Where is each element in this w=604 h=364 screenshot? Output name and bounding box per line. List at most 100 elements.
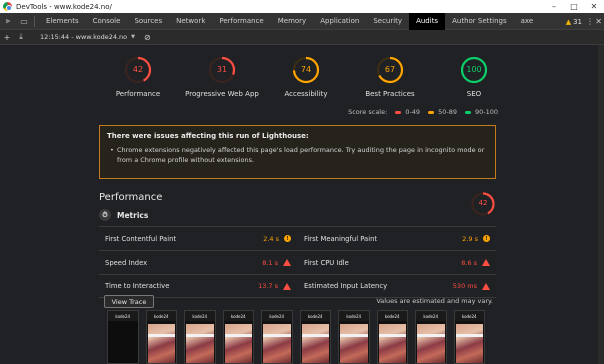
frame-brand: kode24	[300, 311, 330, 321]
audits-toolbar: + ⤓ 12:15:44 - www.kode24.no ▼ ⊘	[0, 30, 604, 45]
performance-score-number: 42	[478, 199, 488, 207]
report-selector[interactable]: 12:15:44 - www.kode24.no ▼	[40, 33, 135, 41]
metric-label: Speed Index	[105, 258, 148, 267]
run-warning-box: There were issues affecting this run of …	[99, 125, 496, 179]
frame-brand: kode24	[108, 311, 138, 321]
score-scale-range: 90-100	[464, 108, 498, 116]
metrics-row: Time to Interactive 13.7 s Estimated Input…	[99, 274, 496, 298]
range-color-swatch	[428, 110, 435, 114]
close-devtools-icon[interactable]: ✕	[595, 13, 602, 30]
screenshot-filmstrip: kode24 kode24 kode24 kode24 kode24 kode24 kode…	[107, 310, 492, 364]
more-options-icon[interactable]: ⋮	[586, 13, 594, 30]
gauge-progressive-web-app[interactable]: 31 Progressive Web App	[180, 55, 264, 98]
metrics-heading: ⏱ Metrics	[99, 209, 148, 221]
lighthouse-report: 42 Performance 31 Progressive Web App 74 Acce…	[0, 45, 604, 364]
filmstrip-frame: kode24	[222, 310, 254, 364]
gauge-seo[interactable]: 100 SEO	[432, 55, 516, 98]
tab-console[interactable]: Console	[86, 13, 128, 30]
performance-section-title: Performance	[99, 192, 163, 203]
new-audit-icon[interactable]: +	[0, 30, 14, 45]
tab-author-settings[interactable]: Author Settings	[445, 13, 514, 30]
warning-icon: ▲	[565, 17, 572, 26]
frame-thumbnail	[455, 324, 483, 363]
frame-brand: kode24	[339, 311, 369, 321]
download-report-icon[interactable]: ⤓	[14, 30, 28, 45]
frame-thumbnail	[186, 324, 214, 363]
device-toolbar-icon[interactable]: ▭	[16, 13, 32, 29]
filmstrip-frame: kode24	[261, 310, 293, 364]
divider	[34, 15, 35, 27]
gauge-accessibility[interactable]: 74 Accessibility	[264, 55, 348, 98]
range-label: 0-49	[405, 108, 421, 116]
metrics-row: Speed Index 8.1 s First CPU Idle 8.6 s	[99, 250, 496, 274]
filmstrip-frame: kode24	[453, 310, 485, 364]
warning-count: 31	[573, 17, 582, 26]
tab-axe[interactable]: axe	[514, 13, 541, 30]
metric-value: 2.9 s	[462, 234, 478, 243]
filmstrip-frame: kode24	[184, 310, 216, 364]
metric-first-meaningful-paint: First Meaningful Paint 2.9 s!	[298, 227, 496, 250]
tab-application[interactable]: Application	[313, 13, 366, 30]
frame-thumbnail	[340, 324, 368, 363]
inspect-element-icon[interactable]: ⫸	[0, 13, 16, 29]
tab-network[interactable]: Network	[169, 13, 212, 30]
metrics-row: First Contentful Paint 2.4 s! First Meanin…	[99, 226, 496, 250]
frame-thumbnail	[301, 324, 329, 363]
metric-estimated-input-latency: Estimated Input Latency 530 ms	[298, 275, 496, 297]
frame-thumbnail	[224, 324, 252, 363]
gauge-score: 74	[300, 65, 312, 74]
average-circle-icon: !	[483, 235, 490, 242]
warning-counter[interactable]: ▲ 31	[566, 13, 582, 30]
average-circle-icon: !	[284, 235, 291, 242]
gauge-label: Performance	[115, 90, 161, 98]
frame-brand: kode24	[262, 311, 292, 321]
maximize-icon[interactable]: □	[564, 0, 584, 13]
metric-first-contentful-paint: First Contentful Paint 2.4 s!	[99, 227, 297, 250]
metric-time-to-interactive: Time to Interactive 13.7 s	[99, 275, 297, 297]
tab-performance[interactable]: Performance	[212, 13, 270, 30]
fail-triangle-icon	[482, 282, 490, 290]
performance-score-gauge: 42	[470, 191, 496, 217]
stopwatch-icon: ⏱	[99, 209, 111, 221]
metric-label: Time to Interactive	[105, 282, 170, 290]
gauge-best-practices[interactable]: 67 Best Practices	[348, 55, 432, 98]
metrics-grid: First Contentful Paint 2.4 s! First Meanin…	[99, 226, 496, 298]
metric-value: 530 ms	[452, 282, 477, 290]
clear-all-icon[interactable]: ⊘	[144, 33, 151, 42]
tab-memory[interactable]: Memory	[271, 13, 313, 30]
fail-triangle-icon	[482, 259, 490, 266]
score-scale-range: 0-49	[395, 108, 420, 116]
filmstrip-frame: kode24	[415, 310, 447, 364]
view-trace-button[interactable]: View Trace	[104, 295, 154, 308]
frame-brand: kode24	[185, 311, 215, 321]
estimated-note: Values are estimated and may vary.	[376, 297, 493, 305]
close-window-icon[interactable]: ✕	[584, 0, 604, 13]
metrics-title: Metrics	[117, 210, 149, 220]
gauge-performance[interactable]: 42 Performance	[96, 55, 180, 98]
frame-brand: kode24	[416, 311, 446, 321]
fail-triangle-icon	[283, 282, 291, 290]
gauge-label: Best Practices	[365, 90, 415, 98]
filmstrip-frame: kode24	[376, 310, 408, 364]
minimize-icon[interactable]: –	[544, 0, 564, 13]
metric-first-cpu-idle: First CPU Idle 8.6 s	[298, 251, 496, 274]
metric-value: 2.4 s	[263, 234, 279, 243]
gauge-score: 67	[384, 65, 396, 74]
tab-elements[interactable]: Elements	[39, 13, 86, 30]
metric-label: First CPU Idle	[304, 258, 349, 267]
tab-sources[interactable]: Sources	[127, 13, 169, 30]
gauge-score: 100	[466, 65, 482, 74]
report-scrollbar[interactable]	[598, 45, 604, 364]
run-warning-item: • Chrome extensions negatively affected …	[107, 145, 488, 165]
score-scale-range: 50-89	[428, 108, 457, 116]
filmstrip-frame: kode24	[299, 310, 331, 364]
frame-brand: kode24	[454, 311, 484, 321]
tab-security[interactable]: Security	[366, 13, 409, 30]
score-scale: Score scale: 0-49 50-89 90-100	[348, 108, 498, 116]
frame-brand: kode24	[377, 311, 407, 321]
window-title: DevTools - www.kode24.no/	[16, 2, 112, 11]
tab-audits[interactable]: Audits	[409, 12, 446, 30]
metric-speed-index: Speed Index 8.1 s	[99, 251, 297, 274]
gauge-label: SEO	[466, 90, 482, 98]
gauge-score: 42	[132, 65, 144, 74]
